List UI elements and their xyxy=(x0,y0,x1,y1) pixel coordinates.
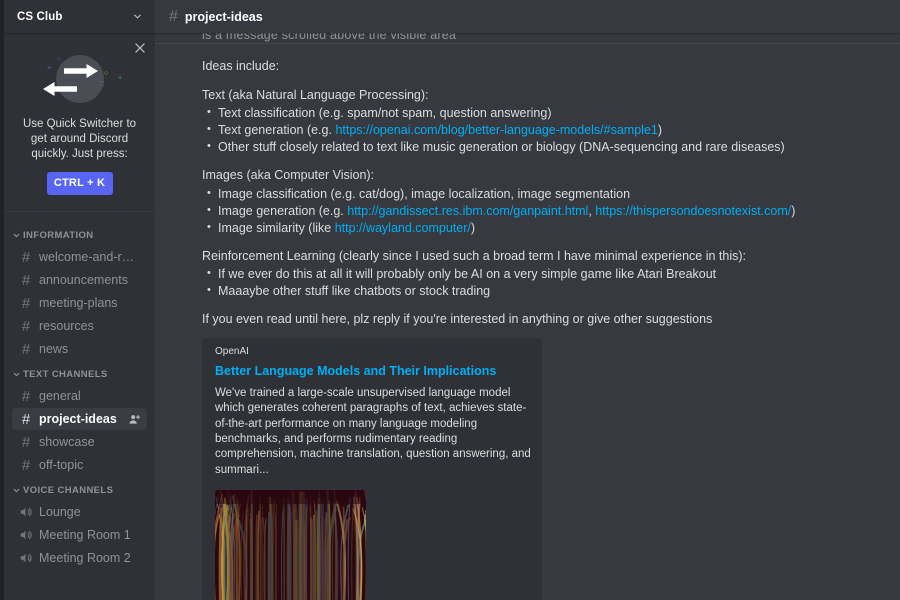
channel-sidebar: CS Club ○ + ○ + ∷ Use Quick Switcher to … xyxy=(4,0,155,600)
message-link[interactable]: http://gandissect.res.ibm.com/ganpaint.h… xyxy=(347,204,588,218)
category-label: INFORMATION xyxy=(23,230,94,241)
list-item: Text classification (e.g. spam/not spam,… xyxy=(202,105,892,121)
hash-icon: # xyxy=(21,340,31,358)
hash-icon: # xyxy=(21,433,31,451)
message-content: Ideas include: Text (aka Natural Languag… xyxy=(155,58,900,600)
channel-label: project-ideas xyxy=(39,412,117,426)
channel-label: Meeting Room 2 xyxy=(39,551,131,565)
hash-icon: # xyxy=(21,387,31,405)
embed-image[interactable] xyxy=(215,489,366,600)
category-label: VOICE CHANNELS xyxy=(23,485,114,496)
list-item: Maaaybe other stuff like chatbots or sto… xyxy=(202,283,892,299)
channel-label: meeting-plans xyxy=(39,296,118,310)
list-item: Image classification (e.g. cat/dog), ima… xyxy=(202,186,892,202)
channel-category-text-channels[interactable]: TEXT CHANNELS xyxy=(4,361,155,384)
list-item: Other stuff closely related to text like… xyxy=(202,139,892,155)
hash-icon: # xyxy=(169,7,178,25)
message-section: Text (aka Natural Language Processing): T… xyxy=(202,87,892,155)
channel-label: announcements xyxy=(39,273,128,287)
sidebar-item-meeting-plans[interactable]: # meeting-plans xyxy=(12,292,147,314)
message-section: Images (aka Computer Vision): Image class… xyxy=(202,167,892,235)
sidebar-item-off-topic[interactable]: # off-topic xyxy=(12,454,147,476)
hash-icon: # xyxy=(21,271,31,289)
quick-switcher-arrows-icon: ○ + ○ + ∷ xyxy=(12,51,147,111)
channel-label: general xyxy=(39,389,81,403)
guild-name: CS Club xyxy=(17,10,63,23)
channel-label: welcome-and-rules xyxy=(39,250,141,264)
section-heading: Images (aka Computer Vision): xyxy=(202,168,375,183)
hash-icon: # xyxy=(21,317,31,335)
channel-label: off-topic xyxy=(39,458,84,472)
sidebar-item-general[interactable]: # general xyxy=(12,385,147,407)
speaker-icon xyxy=(18,551,34,565)
message-list[interactable]: is a message scrolled above the visible … xyxy=(155,33,900,600)
message-link[interactable]: https://openai.com/blog/better-language-… xyxy=(335,123,657,137)
sidebar-item-announcements[interactable]: # announcements xyxy=(12,269,147,291)
category-label: TEXT CHANNELS xyxy=(23,369,108,380)
quick-switcher-text: Use Quick Switcher to get around Discord… xyxy=(12,117,147,162)
message-closing: If you even read until here, plz reply i… xyxy=(202,311,713,326)
message-link[interactable]: http://wayland.computer/ xyxy=(335,221,471,235)
section-heading: Reinforcement Learning (clearly since I … xyxy=(202,248,747,263)
message-divider xyxy=(155,43,900,44)
list-item: Image similarity (like http://wayland.co… xyxy=(202,220,892,236)
speaker-icon xyxy=(18,505,34,519)
channel-label: Meeting Room 1 xyxy=(39,528,131,542)
section-bullet-list: Text classification (e.g. spam/not spam,… xyxy=(202,105,892,155)
add-member-icon[interactable] xyxy=(127,413,141,426)
sidebar-item-showcase[interactable]: # showcase xyxy=(12,431,147,453)
embed-description: We've trained a large-scale unsupervised… xyxy=(215,387,531,476)
section-heading: Text (aka Natural Language Processing): xyxy=(202,88,429,103)
sidebar-item-lounge[interactable]: Lounge xyxy=(12,501,147,523)
message-link[interactable]: https://thispersondoesnotexist.com/ xyxy=(595,204,791,218)
clipped-message-text: is a message scrolled above the visible … xyxy=(202,33,457,42)
list-item: Text generation (e.g. https://openai.com… xyxy=(202,122,892,138)
chevron-down-icon xyxy=(134,14,141,19)
channel-category-information[interactable]: INFORMATION xyxy=(4,222,155,245)
embed-provider: OpenAI xyxy=(215,345,249,357)
quick-switcher-key-button[interactable]: CTRL + K xyxy=(46,172,113,195)
hash-icon: # xyxy=(21,410,31,428)
embed-title[interactable]: Better Language Models and Their Implica… xyxy=(215,363,532,379)
clipped-message-row: is a message scrolled above the visible … xyxy=(155,33,900,43)
channel-category-voice-channels[interactable]: VOICE CHANNELS xyxy=(4,477,155,500)
discord-window: CS Club ○ + ○ + ∷ Use Quick Switcher to … xyxy=(0,0,900,600)
message-intro: Ideas include: xyxy=(202,59,280,73)
main-content: # project-ideas is a message scrolled ab… xyxy=(155,0,900,600)
hash-icon: # xyxy=(21,456,31,474)
list-item: Image generation (e.g. http://gandissect… xyxy=(202,203,892,219)
channel-label: resources xyxy=(39,319,94,333)
message-sections: Text (aka Natural Language Processing): T… xyxy=(202,87,892,299)
section-bullet-list: Image classification (e.g. cat/dog), ima… xyxy=(202,186,892,236)
channel-label: Lounge xyxy=(39,505,81,519)
sidebar-item-project-ideas[interactable]: # project-ideas xyxy=(12,408,147,430)
guild-header[interactable]: CS Club xyxy=(4,0,155,33)
channel-label: news xyxy=(39,342,69,356)
section-bullet-list: If we ever do this at all it will probab… xyxy=(202,266,892,299)
channel-label: showcase xyxy=(39,435,95,449)
quick-switcher-promo: ○ + ○ + ∷ Use Quick Switcher to get arou… xyxy=(4,33,155,212)
speaker-icon xyxy=(18,528,34,542)
sidebar-item-resources[interactable]: # resources xyxy=(12,315,147,337)
message-section: Reinforcement Learning (clearly since I … xyxy=(202,248,892,299)
sidebar-item-meeting-room-1[interactable]: Meeting Room 1 xyxy=(12,524,147,546)
hash-icon: # xyxy=(21,248,31,266)
link-embed[interactable]: OpenAI Better Language Models and Their … xyxy=(202,337,542,600)
list-item: If we ever do this at all it will probab… xyxy=(202,266,892,282)
channel-header: # project-ideas xyxy=(155,0,900,33)
page-title: project-ideas xyxy=(184,9,263,24)
channel-list: INFORMATION # welcome-and-rules # announceme… xyxy=(4,212,155,600)
sidebar-item-welcome-and-rules[interactable]: # welcome-and-rules xyxy=(12,246,147,268)
sidebar-item-news[interactable]: # news xyxy=(12,338,147,360)
hash-icon: # xyxy=(21,294,31,312)
sidebar-item-meeting-room-2[interactable]: Meeting Room 2 xyxy=(12,547,147,569)
